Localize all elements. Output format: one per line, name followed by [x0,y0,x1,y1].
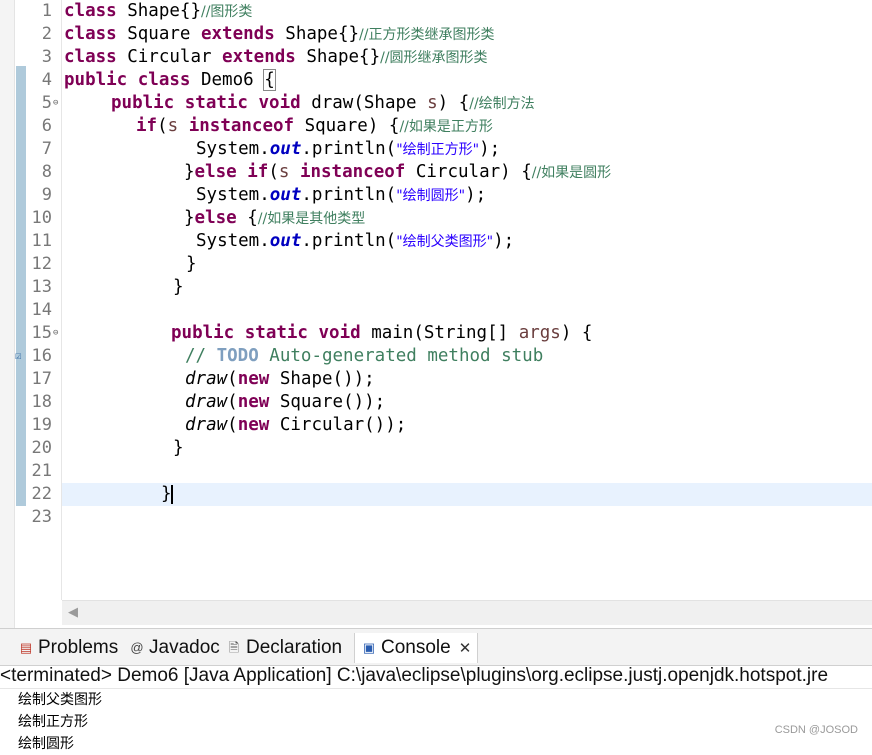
console-output-line: 绘制圆形 [18,736,74,752]
code-line-20: } [173,438,184,458]
tab-console[interactable]: ▣ Console ✕ [354,633,479,663]
tab-javadoc[interactable]: @ Javadoc [129,635,219,661]
line-number: 10 [31,208,52,228]
console-icon: ▣ [362,640,376,655]
code-line-7: System.out.println("绘制正方形"); [196,139,501,159]
line-number-gutter: 1 2 3 4 5 6 7 8 9 10 11 12 13 14 15 16 1… [27,0,62,600]
code-line-13: } [173,277,184,297]
code-line-15: public static void main(String[] args) { [171,323,593,343]
line-number: 17 [31,369,52,389]
code-editor[interactable]: 1 2 3 4 5 6 7 8 9 10 11 12 13 14 15 16 1… [0,0,872,628]
console-output-line: 绘制正方形 [18,714,88,730]
watermark: CSDN @JOSOD [774,724,858,736]
line-number: 18 [31,392,52,412]
fold-minus-icon[interactable]: ⊖ [53,322,61,345]
code-line-17: draw(new Shape()); [185,369,375,389]
tab-problems[interactable]: ▤ Problems [18,635,118,661]
scroll-left-arrow-icon[interactable]: ◀ [68,605,78,620]
line-number: 12 [31,254,52,274]
code-line-18: draw(new Square()); [185,392,386,412]
code-line-5: public static void draw(Shape s) {//绘制方法 [111,93,535,113]
code-line-8: }else if(s instanceof Circular) {//如果是圆形 [184,162,612,182]
line-number: 11 [31,231,52,251]
current-line-highlight [62,483,872,506]
line-number: 19 [31,415,52,435]
line-number: 21 [31,461,52,481]
line-number: 13 [31,277,52,297]
line-number: 22 [31,484,52,504]
problems-icon: ▤ [19,640,33,655]
code-line-2: class Square extends Shape{}//正方形类继承图形类 [64,24,495,44]
code-line-12: } [186,254,197,274]
code-line-9: System.out.println("绘制圆形"); [196,185,487,205]
text-caret [171,485,173,504]
tab-declaration[interactable]: 🗎 Declaration [226,635,342,661]
line-number: 7 [41,139,52,159]
line-number: 1 [41,1,52,21]
line-number: 5 [41,93,52,113]
line-number: 20 [31,438,52,458]
code-line-3: class Circular extends Shape{}//圆形继承图形类 [64,47,488,67]
line-number: 16 [31,346,52,366]
bottom-panel-tabbar: ▤ Problems @ Javadoc 🗎 Declaration ▣ Console… [0,628,872,666]
line-number: 4 [41,70,52,90]
line-number: 15 [31,323,52,343]
line-number: 2 [41,24,52,44]
fold-minus-icon[interactable]: ⊖ [53,92,61,115]
editor-left-edge [0,0,15,628]
at-sign-icon: @ [130,640,144,655]
code-line-22: } [161,484,172,504]
code-line-11: System.out.println("绘制父类图形"); [196,231,515,251]
line-number: 23 [31,507,52,527]
horizontal-scrollbar[interactable]: ◀ [62,600,872,625]
line-number: 6 [41,116,52,136]
code-line-6: if(s instanceof Square) {//如果是正方形 [136,116,493,136]
change-ruler [16,66,26,506]
code-line-19: draw(new Circular()); [185,415,407,435]
code-line-16: // TODO Auto-generated method stub [185,346,544,366]
code-line-10: }else {//如果是其他类型 [184,208,366,228]
matching-bracket: { [263,69,276,91]
code-line-1: class Shape{}//图形类 [64,1,253,21]
line-number: 9 [41,185,52,205]
line-number: 14 [31,300,52,320]
declaration-icon: 🗎 [228,640,240,655]
code-line-4: public class Demo6 { [64,69,276,91]
close-icon[interactable]: ✕ [459,640,472,657]
task-marker-icon: ☑ [15,349,22,362]
line-number: 8 [41,162,52,182]
console-output-line: 绘制父类图形 [18,692,102,708]
console-header: <terminated> Demo6 [Java Application] C:… [0,664,872,689]
line-number: 3 [41,47,52,67]
